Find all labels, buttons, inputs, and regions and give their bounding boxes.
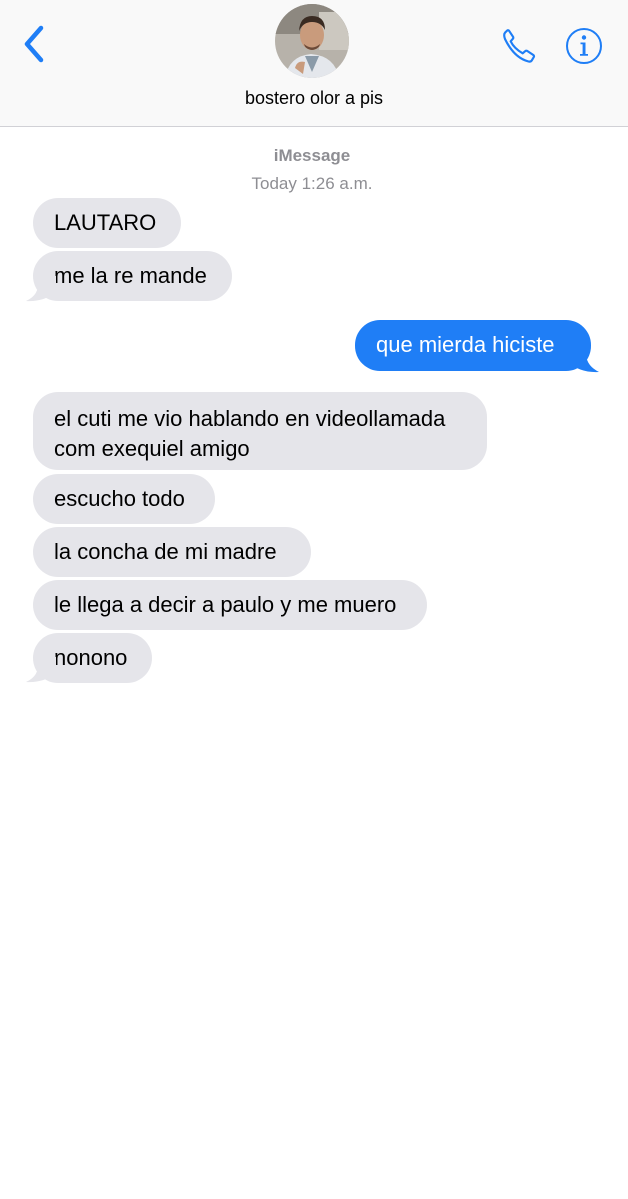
message-bubble-incoming[interactable]: escucho todo [33,474,215,524]
message-bubble-incoming[interactable]: LAUTARO [33,198,181,248]
contact-name[interactable]: bostero olor a pis [0,88,628,109]
message-text: le llega a decir a paulo y me muero [54,592,397,617]
chevron-left-icon [24,25,44,63]
message-text: me la re mande [54,263,207,288]
call-button[interactable] [496,24,540,68]
conversation-header: bostero olor a pis [0,0,628,127]
message-text: la concha de mi madre [54,539,277,564]
message-bubble-incoming[interactable]: me la re mande [33,251,232,301]
bubble-tail [26,657,56,683]
message-text: que mierda hiciste [376,332,555,357]
message-bubble-outgoing[interactable]: que mierda hiciste [355,320,591,371]
message-bubble-incoming[interactable]: le llega a decir a paulo y me muero [33,580,427,630]
message-text: escucho todo [54,486,185,511]
message-text: nonono [54,645,128,670]
message-bubble-incoming[interactable]: la concha de mi madre [33,527,311,577]
info-icon [566,28,602,64]
service-label: iMessage [273,146,351,165]
message-bubble-incoming[interactable]: el cuti me vio hablando en videollamada … [33,392,487,470]
avatar-photo [275,4,349,78]
bubble-tail [26,276,56,302]
conversation-timestamp: Today 1:26 a.m. [251,174,373,193]
message-text: LAUTARO [54,210,157,235]
messages-screen: bostero olor a pis iMessage Today 1:26 a… [0,0,628,1199]
info-button[interactable] [564,26,604,66]
back-button[interactable] [16,24,52,64]
bubble-tail [568,345,599,373]
message-text-line: com exequiel amigo [54,436,250,461]
message-text-line: el cuti me vio hablando en videollamada [54,406,446,431]
phone-icon [503,29,536,63]
contact-avatar[interactable] [275,4,349,78]
